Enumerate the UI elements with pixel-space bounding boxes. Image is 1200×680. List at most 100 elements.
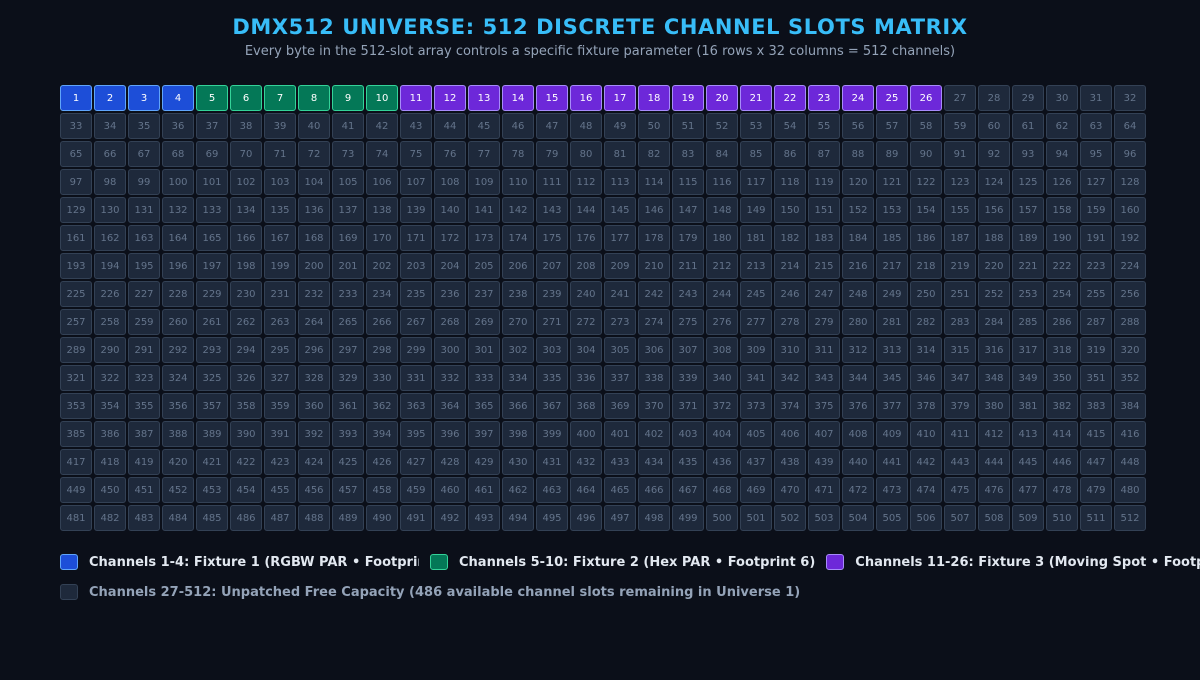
channel-slot-unpatched: 121	[876, 169, 908, 195]
channel-slot-unpatched: 159	[1080, 197, 1112, 223]
channel-slot-unpatched: 379	[944, 393, 976, 419]
channel-slot-unpatched: 98	[94, 169, 126, 195]
channel-slot-unpatched: 495	[536, 505, 568, 531]
channel-slot-unpatched: 77	[468, 141, 500, 167]
channel-slot-unpatched: 144	[570, 197, 602, 223]
channel-slot-unpatched: 331	[400, 365, 432, 391]
channel-slot-unpatched: 349	[1012, 365, 1044, 391]
channel-slot-unpatched: 440	[842, 449, 874, 475]
channel-slot-f3: 19	[672, 85, 704, 111]
channel-slot-f3: 25	[876, 85, 908, 111]
channel-slot-unpatched: 43	[400, 113, 432, 139]
channel-slot-unpatched: 127	[1080, 169, 1112, 195]
legend-item-unpatched: Channels 27-512: Unpatched Free Capacity…	[60, 584, 800, 600]
channel-slot-unpatched: 453	[196, 477, 228, 503]
channel-slot-unpatched: 125	[1012, 169, 1044, 195]
channel-slot-unpatched: 217	[876, 253, 908, 279]
channel-slot-unpatched: 72	[298, 141, 330, 167]
channel-slot-unpatched: 91	[944, 141, 976, 167]
channel-slot-unpatched: 359	[264, 393, 296, 419]
channel-slot-unpatched: 345	[876, 365, 908, 391]
channel-slot-unpatched: 261	[196, 309, 228, 335]
channel-slot-unpatched: 358	[230, 393, 262, 419]
channel-slot-unpatched: 51	[672, 113, 704, 139]
channel-slot-unpatched: 118	[774, 169, 806, 195]
channel-slot-unpatched: 209	[604, 253, 636, 279]
channel-slot-unpatched: 244	[706, 281, 738, 307]
channel-slot-unpatched: 69	[196, 141, 228, 167]
channel-slot-unpatched: 39	[264, 113, 296, 139]
channel-slot-unpatched: 306	[638, 337, 670, 363]
channel-slot-unpatched: 264	[298, 309, 330, 335]
channel-slot-unpatched: 267	[400, 309, 432, 335]
channel-slot-unpatched: 129	[60, 197, 92, 223]
channel-slot-unpatched: 175	[536, 225, 568, 251]
channel-slot-f3: 24	[842, 85, 874, 111]
channel-slot-unpatched: 122	[910, 169, 942, 195]
channel-slot-unpatched: 58	[910, 113, 942, 139]
channel-slot-unpatched: 452	[162, 477, 194, 503]
channel-slot-unpatched: 335	[536, 365, 568, 391]
channel-slot-unpatched: 160	[1114, 197, 1146, 223]
channel-slot-unpatched: 116	[706, 169, 738, 195]
channel-slot-unpatched: 270	[502, 309, 534, 335]
channel-slot-unpatched: 458	[366, 477, 398, 503]
channel-slot-unpatched: 64	[1114, 113, 1146, 139]
channel-slot-unpatched: 103	[264, 169, 296, 195]
channel-slot-unpatched: 468	[706, 477, 738, 503]
channel-slot-unpatched: 391	[264, 421, 296, 447]
channel-slot-unpatched: 71	[264, 141, 296, 167]
channel-slot-unpatched: 356	[162, 393, 194, 419]
channel-slot-unpatched: 347	[944, 365, 976, 391]
channel-slot-unpatched: 341	[740, 365, 772, 391]
channel-slot-unpatched: 243	[672, 281, 704, 307]
channel-slot-unpatched: 221	[1012, 253, 1044, 279]
channel-slot-unpatched: 76	[434, 141, 466, 167]
channel-slot-unpatched: 114	[638, 169, 670, 195]
channel-slot-unpatched: 42	[366, 113, 398, 139]
channel-slot-unpatched: 494	[502, 505, 534, 531]
channel-slot-unpatched: 196	[162, 253, 194, 279]
channel-slot-unpatched: 300	[434, 337, 466, 363]
channel-slot-unpatched: 465	[604, 477, 636, 503]
legend-label-fixture2: Channels 5-10: Fixture 2 (Hex PAR • Foot…	[459, 554, 816, 570]
channel-slot-unpatched: 414	[1046, 421, 1078, 447]
channel-slot-unpatched: 315	[944, 337, 976, 363]
channel-slot-f3: 22	[774, 85, 806, 111]
channel-slot-unpatched: 216	[842, 253, 874, 279]
channel-slot-unpatched: 238	[502, 281, 534, 307]
channel-slot-unpatched: 92	[978, 141, 1010, 167]
channel-slot-unpatched: 140	[434, 197, 466, 223]
channel-slot-unpatched: 251	[944, 281, 976, 307]
channel-slot-unpatched: 376	[842, 393, 874, 419]
channel-slot-unpatched: 320	[1114, 337, 1146, 363]
channel-slot-unpatched: 319	[1080, 337, 1112, 363]
channel-slot-unpatched: 234	[366, 281, 398, 307]
channel-slot-unpatched: 497	[604, 505, 636, 531]
channel-slot-f3: 14	[502, 85, 534, 111]
channel-slot-unpatched: 246	[774, 281, 806, 307]
channel-slot-f1: 2	[94, 85, 126, 111]
channel-slot-unpatched: 94	[1046, 141, 1078, 167]
channel-slot-unpatched: 154	[910, 197, 942, 223]
channel-slot-unpatched: 446	[1046, 449, 1078, 475]
channel-slot-unpatched: 373	[740, 393, 772, 419]
channel-slot-f3: 23	[808, 85, 840, 111]
channel-slot-unpatched: 153	[876, 197, 908, 223]
channel-grid: 1 2 3 4 5 6 7 8 9 10 11 12 13 14 15 16 17 18 19 20 21 22 23 24 2…	[60, 85, 1148, 531]
channel-slot-unpatched: 340	[706, 365, 738, 391]
channel-slot-unpatched: 104	[298, 169, 330, 195]
channel-slot-f3: 18	[638, 85, 670, 111]
channel-slot-unpatched: 395	[400, 421, 432, 447]
channel-slot-unpatched: 41	[332, 113, 364, 139]
channel-slot-unpatched: 208	[570, 253, 602, 279]
channel-slot-unpatched: 408	[842, 421, 874, 447]
channel-slot-unpatched: 57	[876, 113, 908, 139]
channel-slot-unpatched: 448	[1114, 449, 1146, 475]
channel-slot-unpatched: 205	[468, 253, 500, 279]
channel-slot-unpatched: 233	[332, 281, 364, 307]
channel-slot-unpatched: 314	[910, 337, 942, 363]
channel-slot-unpatched: 487	[264, 505, 296, 531]
channel-slot-unpatched: 60	[978, 113, 1010, 139]
legend-label-unpatched: Channels 27-512: Unpatched Free Capacity…	[89, 584, 801, 600]
